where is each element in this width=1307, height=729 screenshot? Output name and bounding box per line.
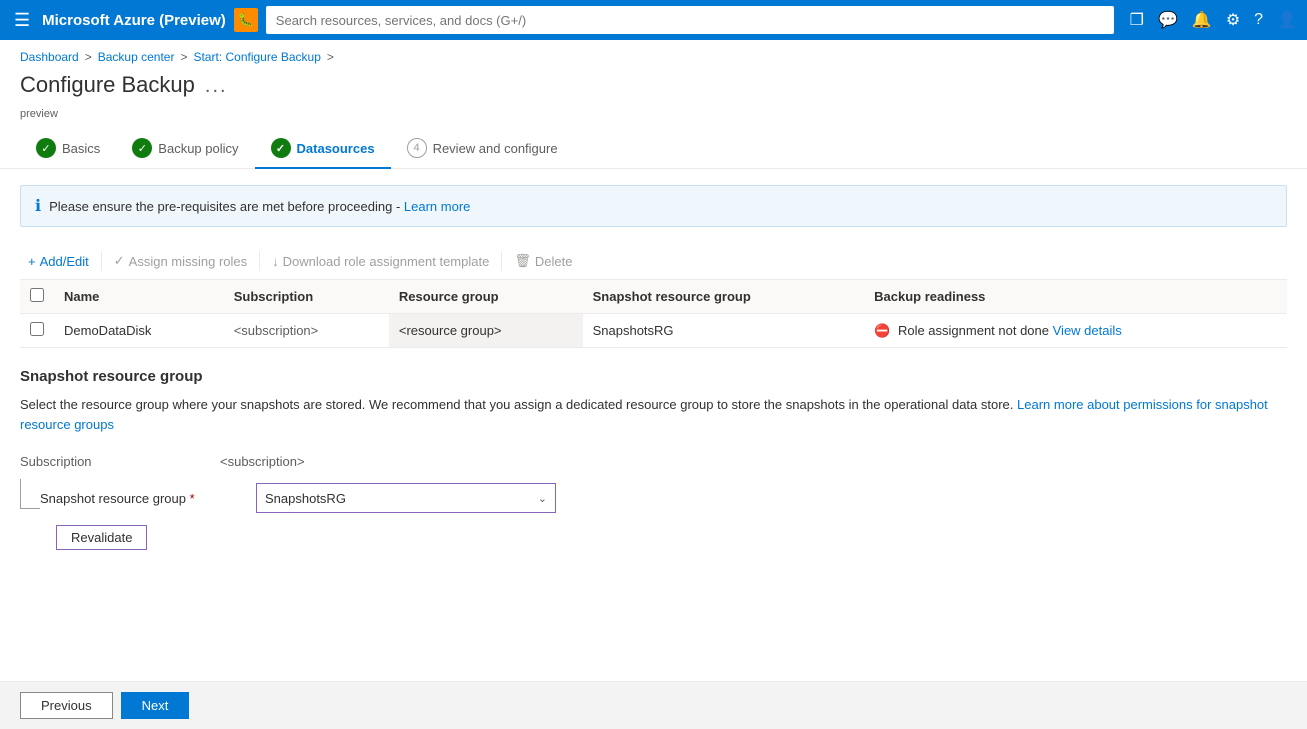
tab-review-label: Review and configure	[433, 141, 558, 156]
snapshot-rg-label: Snapshot resource group *	[40, 491, 240, 506]
snapshot-section: Snapshot resource group Select the resou…	[20, 368, 1287, 550]
tab-backup-policy-label: Backup policy	[158, 141, 238, 156]
tab-datasources-label: Datasources	[297, 141, 375, 156]
download-icon: ↓	[272, 254, 279, 269]
more-options-button[interactable]: ...	[205, 75, 228, 98]
page-wrapper: Dashboard > Backup center > Start: Confi…	[0, 40, 1307, 729]
row-snapshot-rg: SnapshotsRG	[593, 323, 674, 338]
previous-button[interactable]: Previous	[20, 692, 113, 719]
delete-icon: 🗑	[514, 253, 531, 269]
snapshot-section-description: Select the resource group where your sna…	[20, 395, 1287, 434]
assign-missing-button[interactable]: ✓ Assign missing roles	[106, 249, 255, 273]
tab-datasources[interactable]: ✓ Datasources	[255, 128, 391, 168]
breadcrumb-sep-3: >	[327, 50, 334, 64]
add-icon: +	[28, 254, 36, 269]
topbar-icons: ❐ 💬 🔔 ⚙ ? 👤	[1130, 10, 1297, 30]
tab-backup-policy[interactable]: ✓ Backup policy	[116, 128, 254, 168]
account-icon[interactable]: 👤	[1277, 10, 1297, 30]
basics-complete-icon: ✓	[36, 138, 56, 158]
view-details-link[interactable]: View details	[1053, 323, 1122, 338]
page-title: Configure Backup	[20, 72, 195, 98]
global-search-input[interactable]	[266, 6, 1114, 34]
page-footer: Previous Next	[0, 681, 1307, 729]
row-resource-group-cell: <resource group>	[389, 314, 583, 348]
select-all-checkbox[interactable]	[30, 288, 44, 302]
tab-review[interactable]: 4 Review and configure	[391, 128, 574, 168]
delete-button[interactable]: 🗑 Delete	[506, 249, 580, 273]
breadcrumb-sep-2: >	[180, 50, 187, 64]
subscription-row: Subscription <subscription>	[20, 450, 1287, 469]
row-checkbox[interactable]	[30, 322, 44, 336]
info-banner-text: Please ensure the pre-requisites are met…	[49, 199, 470, 214]
row-subscription: <subscription>	[234, 323, 319, 338]
settings-icon[interactable]: ⚙	[1226, 10, 1240, 30]
row-readiness-text: Role assignment not done	[898, 323, 1049, 338]
learn-more-link[interactable]: Learn more	[404, 199, 470, 214]
wizard-tabs: ✓ Basics ✓ Backup policy ✓ Datasources 4…	[0, 128, 1307, 169]
terminal-icon[interactable]: ❐	[1130, 10, 1144, 30]
select-all-header	[20, 280, 54, 314]
info-icon: ℹ	[35, 196, 41, 216]
breadcrumb-sep-1: >	[85, 50, 92, 64]
next-button[interactable]: Next	[121, 692, 190, 719]
col-subscription: Subscription	[224, 280, 389, 314]
bug-icon[interactable]: 🐛	[234, 8, 258, 32]
preview-label: preview	[0, 108, 1307, 128]
check-icon: ✓	[114, 253, 125, 269]
info-banner: ℹ Please ensure the pre-requisites are m…	[20, 185, 1287, 227]
row-readiness-cell: ⛔ Role assignment not done View details	[864, 314, 1287, 348]
download-template-label: Download role assignment template	[283, 254, 490, 269]
assign-missing-label: Assign missing roles	[129, 254, 248, 269]
row-resource-group: <resource group>	[399, 323, 502, 338]
revalidate-label: Revalidate	[71, 530, 132, 545]
table-toolbar: + Add/Edit ✓ Assign missing roles ↓ Down…	[20, 243, 1287, 280]
tab-basics[interactable]: ✓ Basics	[20, 128, 116, 168]
hamburger-icon[interactable]: ☰	[10, 6, 34, 35]
app-title: Microsoft Azure (Preview)	[42, 12, 226, 29]
required-marker: *	[190, 491, 195, 506]
breadcrumb-backup-center[interactable]: Backup center	[98, 50, 175, 64]
revalidate-button[interactable]: Revalidate	[56, 525, 147, 550]
row-name-cell: DemoDataDisk	[54, 314, 224, 348]
row-snapshot-rg-cell: SnapshotsRG	[583, 314, 865, 348]
error-icon: ⛔	[874, 323, 890, 338]
page-header: Configure Backup ...	[0, 68, 1307, 108]
topbar: ☰ Microsoft Azure (Preview) 🐛 ❐ 💬 🔔 ⚙ ? …	[0, 0, 1307, 40]
col-resource-group: Resource group	[389, 280, 583, 314]
chevron-down-icon: ⌄	[538, 492, 547, 505]
download-template-button[interactable]: ↓ Download role assignment template	[264, 250, 497, 273]
breadcrumb: Dashboard > Backup center > Start: Confi…	[0, 40, 1307, 68]
breadcrumb-dashboard[interactable]: Dashboard	[20, 50, 79, 64]
snapshot-rg-dropdown[interactable]: SnapshotsRG ⌄	[256, 483, 556, 513]
notification-icon[interactable]: 🔔	[1192, 10, 1212, 30]
help-icon[interactable]: ?	[1254, 11, 1263, 29]
review-step-num: 4	[407, 138, 427, 158]
help-feedback-icon[interactable]: 💬	[1158, 10, 1178, 30]
col-snapshot-rg: Snapshot resource group	[583, 280, 865, 314]
row-name: DemoDataDisk	[64, 323, 151, 338]
table-row: DemoDataDisk <subscription> <resource gr…	[20, 314, 1287, 348]
add-edit-button[interactable]: + Add/Edit	[20, 250, 97, 273]
tab-basics-label: Basics	[62, 141, 100, 156]
delete-label: Delete	[535, 254, 573, 269]
col-backup-readiness: Backup readiness	[864, 280, 1287, 314]
col-name: Name	[54, 280, 224, 314]
row-checkbox-cell	[20, 314, 54, 348]
main-content: ℹ Please ensure the pre-requisites are m…	[0, 169, 1307, 681]
toolbar-separator-1	[101, 251, 102, 271]
subscription-label: Subscription	[20, 450, 220, 469]
snapshot-section-title: Snapshot resource group	[20, 368, 1287, 385]
datasources-complete-icon: ✓	[271, 138, 291, 158]
add-edit-label: Add/Edit	[40, 254, 89, 269]
toolbar-separator-2	[259, 251, 260, 271]
subscription-value: <subscription>	[220, 450, 305, 469]
dropdown-value: SnapshotsRG	[265, 491, 346, 506]
breadcrumb-configure-backup[interactable]: Start: Configure Backup	[193, 50, 320, 64]
datasources-table: Name Subscription Resource group Snapsho…	[20, 280, 1287, 348]
row-subscription-cell: <subscription>	[224, 314, 389, 348]
toolbar-separator-3	[501, 251, 502, 271]
backup-policy-complete-icon: ✓	[132, 138, 152, 158]
